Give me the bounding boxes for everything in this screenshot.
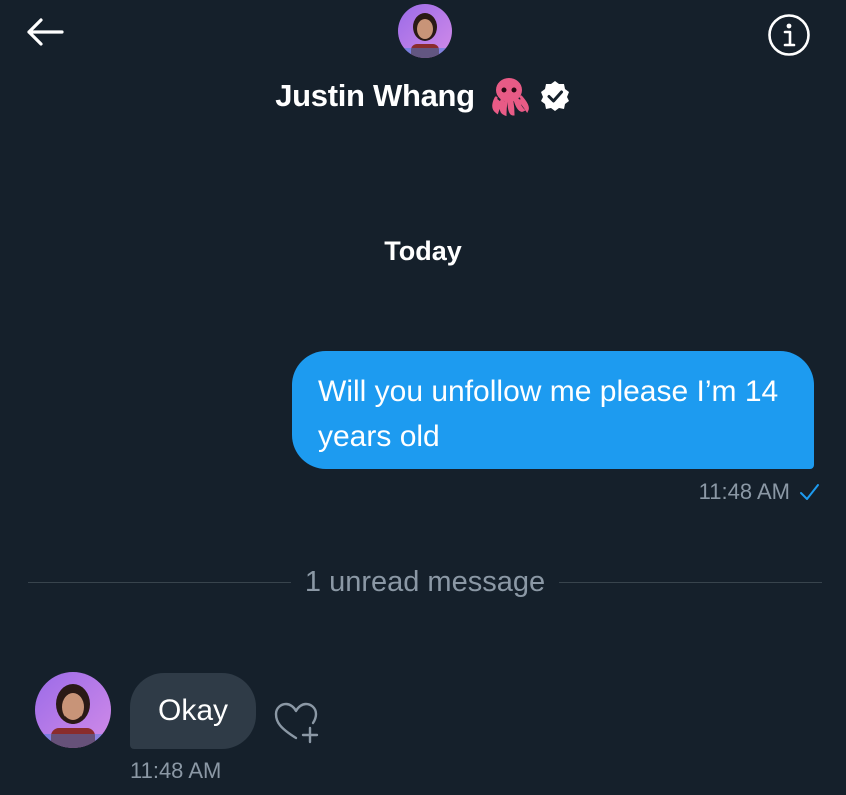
heart-plus-icon (274, 702, 319, 744)
date-separator: Today (384, 236, 462, 266)
header-title-row[interactable]: Justin Whang (0, 74, 846, 118)
divider-line (28, 581, 291, 583)
check-icon (800, 484, 819, 500)
info-button[interactable] (766, 12, 812, 58)
info-icon (768, 14, 810, 56)
dm-conversation-screen: Justin Whang Today Will you unfollow me … (0, 0, 846, 795)
unread-label: 1 unread message (304, 565, 546, 598)
sender-avatar[interactable] (35, 672, 111, 748)
verified-badge-icon (540, 81, 569, 111)
sent-message-bubble[interactable]: Will you unfollow me please I’m 14 years… (292, 351, 814, 469)
sent-message-meta: 11:48 AM (699, 479, 820, 505)
back-button[interactable] (20, 12, 68, 52)
octopus-emoji-icon (492, 78, 529, 117)
contact-name: Justin Whang (275, 78, 475, 113)
back-arrow-icon (27, 18, 64, 46)
received-message-time: 11:48 AM (130, 758, 222, 783)
unread-divider: 1 unread message (28, 562, 822, 602)
received-message-bubble[interactable]: Okay (130, 673, 256, 749)
react-button[interactable] (270, 698, 322, 748)
divider-line (559, 581, 822, 583)
header-avatar[interactable] (398, 4, 452, 58)
sent-message-time: 11:48 AM (698, 479, 790, 504)
